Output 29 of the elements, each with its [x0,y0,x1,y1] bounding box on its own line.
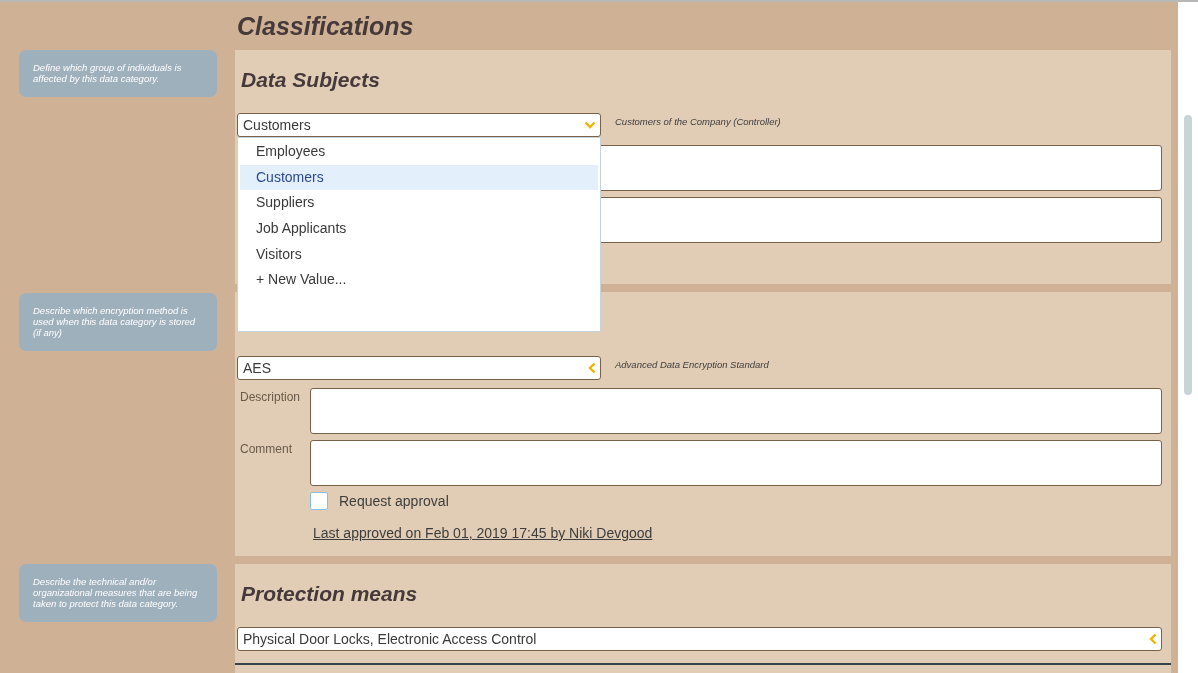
select-note: Customers of the Company (Controller) [615,115,781,127]
chevron-left-icon [588,362,596,374]
dropdown-option[interactable]: Suppliers [240,190,598,217]
dropdown-option[interactable]: Visitors [240,241,598,268]
select-note: Advanced Data Encryption Standard [615,358,769,370]
dropdown-option[interactable]: Customers [240,164,598,191]
help-note: Define which group of individuals is affected by this data category. [19,50,217,97]
checkbox-label: Request approval [339,493,449,509]
last-approved-link[interactable]: Last approved on Feb 01, 2019 17:45 by Niki Devgood [313,525,653,541]
text-area[interactable] [310,440,1162,486]
chevron-left-icon [1149,633,1157,645]
chevron-down-icon [584,121,596,129]
section-heading: Protection means [241,581,419,607]
scrollbar[interactable] [1178,2,1198,673]
checkbox[interactable] [310,492,328,510]
dropdown-option[interactable]: Employees [240,139,598,165]
help-note: Describe the technical and/or organizational measures that are being taken to protect this data category. [19,564,217,622]
dropdown-select[interactable]: Customers [237,113,601,137]
dropdown-option[interactable]: Job Applicants [240,216,598,242]
field-label: Comment [240,442,292,456]
dropdown-select[interactable]: Physical Door Locks, Electronic Access Control [237,627,1162,651]
section-heading: Data Subjects [241,67,381,93]
text-area[interactable] [310,388,1162,434]
scrollbar-thumb[interactable] [1184,115,1192,395]
help-note: Describe which encryption method is used when this data category is stored (if any) [19,293,217,351]
field-label: Description [240,390,301,404]
page-title: Classifications [237,11,415,41]
dropdown-select[interactable]: AES [237,356,601,380]
dropdown-option[interactable]: + New Value... [240,267,598,294]
